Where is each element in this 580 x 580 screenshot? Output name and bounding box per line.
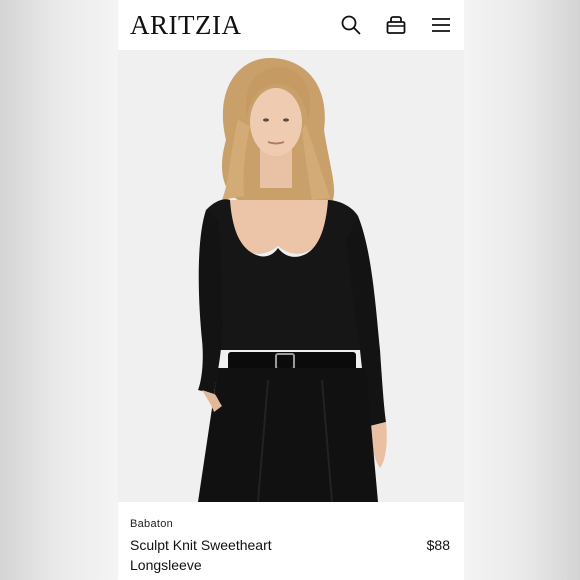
product-name[interactable]: Sculpt Knit Sweetheart Longsleeve [130, 535, 340, 575]
bag-icon [385, 14, 407, 36]
menu-button[interactable] [430, 14, 452, 36]
menu-icon [430, 14, 452, 36]
product-screen: ARITZIA Babaton Sculpt Knit Sweetheart L… [118, 0, 464, 580]
product-price: $88 [426, 537, 450, 553]
search-icon [340, 14, 362, 36]
aritzia-logo[interactable]: ARITZIA [130, 12, 241, 39]
top-nav-bar: ARITZIA [118, 0, 464, 50]
product-brand[interactable]: Babaton [130, 518, 173, 530]
product-info: Babaton Sculpt Knit Sweetheart Longsleev… [118, 502, 464, 580]
shopping-bag-button[interactable] [385, 14, 407, 36]
product-image[interactable] [118, 50, 464, 502]
search-button[interactable] [340, 14, 362, 36]
